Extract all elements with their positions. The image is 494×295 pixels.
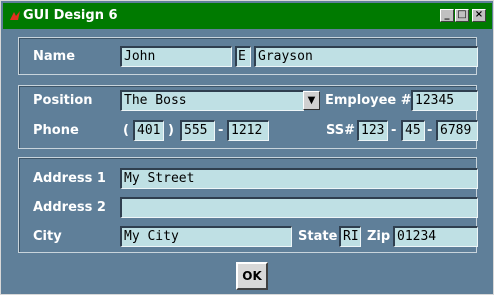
phone-line-field[interactable]: 1212: [227, 120, 269, 141]
state-field[interactable]: RI: [339, 226, 361, 247]
chevron-down-icon[interactable]: ▼: [303, 91, 320, 110]
city-label: City: [33, 229, 62, 244]
phone-prefix-field[interactable]: 555: [180, 120, 215, 141]
employee-number-label: Employee #: [325, 93, 412, 108]
ssn-part3-field[interactable]: 6789: [436, 120, 478, 141]
phone-area-code-field[interactable]: 401: [133, 120, 164, 141]
position-select[interactable]: The Boss: [120, 90, 304, 111]
phone-label: Phone: [33, 123, 79, 138]
ssn-part1-field[interactable]: 123: [357, 120, 388, 141]
app-window: GUI Design 6 _ □ × Name John E Grayson P…: [0, 0, 494, 295]
phone-open-paren: (: [123, 123, 129, 138]
address1-field[interactable]: My Street: [120, 168, 478, 189]
close-button[interactable]: ×: [472, 9, 486, 22]
ok-button[interactable]: OK: [236, 262, 268, 290]
middle-initial-field[interactable]: E: [235, 46, 251, 67]
zip-field[interactable]: 01234: [393, 226, 478, 247]
ssn-label: SS#: [326, 123, 356, 138]
first-name-field[interactable]: John: [120, 46, 232, 67]
window-title: GUI Design 6: [23, 8, 118, 23]
address2-field[interactable]: [120, 197, 478, 218]
address1-label: Address 1: [33, 171, 106, 186]
phone-dash: -: [218, 123, 224, 138]
minimize-button[interactable]: _: [440, 9, 454, 22]
last-name-field[interactable]: Grayson: [254, 46, 478, 67]
phone-close-paren: ): [168, 123, 174, 138]
zip-label: Zip: [367, 229, 391, 244]
app-icon: [10, 11, 20, 20]
ssn-dash-2: -: [427, 123, 433, 138]
name-label: Name: [33, 49, 76, 64]
address2-label: Address 2: [33, 200, 106, 215]
title-bar[interactable]: GUI Design 6 _ □ ×: [3, 3, 492, 29]
state-label: State: [298, 229, 338, 244]
employee-number-field[interactable]: 12345: [411, 90, 478, 111]
city-field[interactable]: My City: [120, 226, 292, 247]
ssn-part2-field[interactable]: 45: [401, 120, 425, 141]
ssn-dash-1: -: [391, 123, 397, 138]
position-label: Position: [33, 93, 93, 108]
maximize-button[interactable]: □: [455, 9, 469, 22]
